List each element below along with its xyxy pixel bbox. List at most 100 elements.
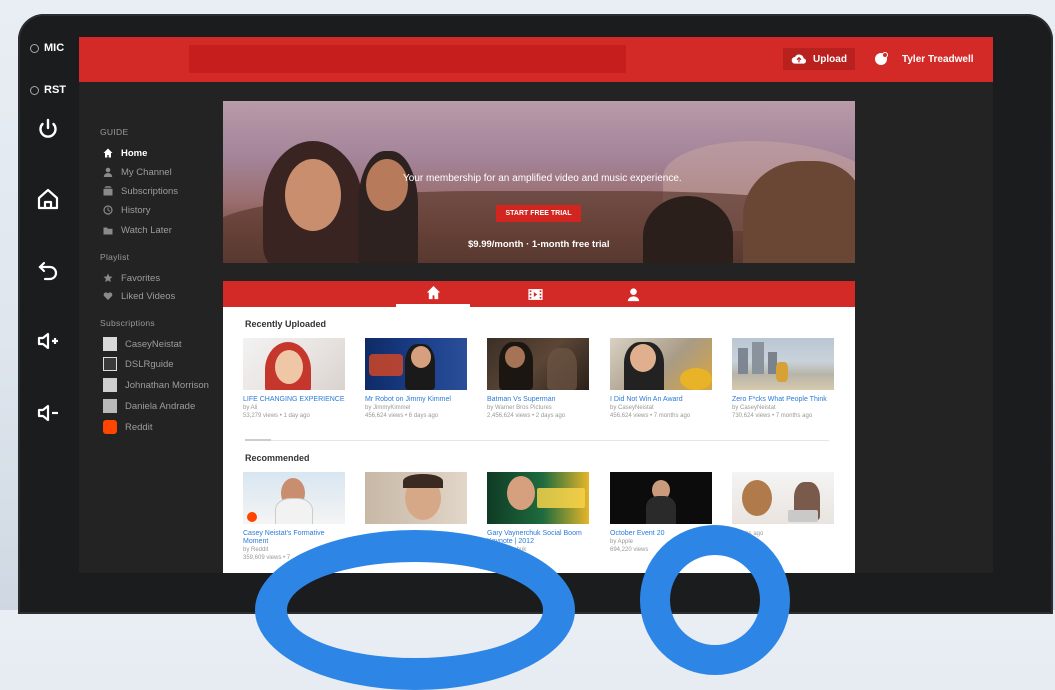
history-icon	[103, 205, 113, 215]
video-thumbnail[interactable]	[610, 338, 712, 390]
video-title[interactable]: Batman Vs Superman	[487, 396, 589, 404]
top-bar: Upload Tyler Treadwell	[79, 37, 993, 82]
guide-title: GUIDE	[100, 127, 129, 137]
video-title[interactable]: LIFE CHANGING EXPERIENCE	[243, 396, 345, 404]
banner-person-far-right	[743, 161, 855, 263]
video-channel: by Ali	[243, 405, 258, 411]
avatar	[103, 357, 117, 371]
hardware-buttons: MIC RST	[18, 14, 78, 610]
playlist-title: Playlist	[100, 252, 130, 262]
banner-face-left	[285, 159, 341, 231]
subscription-daniela-andrade[interactable]: Daniela Andrade	[103, 398, 195, 414]
volume-down-icon[interactable]	[35, 400, 61, 426]
back-icon[interactable]	[35, 256, 61, 282]
star-icon	[103, 273, 113, 283]
main-content: Your membership for an amplified video a…	[223, 101, 855, 573]
section-divider	[245, 440, 829, 441]
search-bar[interactable]	[189, 45, 626, 73]
subscription-casey-neistat[interactable]: CaseyNeistat	[103, 336, 182, 352]
banner-text: Your membership for an amplified video a…	[403, 173, 682, 184]
screen: Upload Tyler Treadwell GUIDE Home My Cha…	[79, 37, 993, 573]
mic-label: MIC	[30, 42, 64, 54]
tab-profile[interactable]	[596, 281, 670, 307]
sidebar: GUIDE Home My Channel Subscriptions Hist…	[79, 82, 223, 573]
film-icon	[527, 288, 543, 300]
video-meta: 730,624 views • 7 months ago	[732, 413, 813, 419]
user-avatar-icon	[875, 52, 888, 65]
video-card[interactable]	[365, 472, 467, 530]
banner-face-center	[366, 159, 408, 211]
watch-later-icon	[103, 227, 113, 235]
video-thumbnail[interactable]	[365, 472, 467, 524]
user-icon	[103, 167, 113, 177]
sidebar-item-my-channel[interactable]: My Channel	[103, 164, 172, 180]
video-thumbnail[interactable]	[243, 472, 345, 524]
video-card[interactable]: Mr Robot on Jimmy Kimmel by JimmyKimmel …	[365, 338, 467, 420]
section-divider-accent	[245, 439, 271, 441]
sidebar-item-history[interactable]: History	[103, 202, 151, 218]
tab-videos[interactable]	[498, 281, 572, 307]
avatar	[103, 378, 117, 392]
video-thumbnail[interactable]	[732, 338, 834, 390]
video-thumbnail[interactable]	[365, 338, 467, 390]
video-thumbnail[interactable]	[732, 472, 834, 524]
video-thumbnail[interactable]	[243, 338, 345, 390]
video-thumbnail[interactable]	[487, 472, 589, 524]
video-channel: by JimmyKimmel	[365, 405, 411, 411]
video-channel: by Warner Bros Pictures	[487, 405, 552, 411]
video-title[interactable]: Mr Robot on Jimmy Kimmel	[365, 396, 467, 404]
video-meta: 53,279 views • 1 day ago	[243, 413, 310, 419]
video-title[interactable]: I Did Not Win An Award	[610, 396, 712, 404]
subscription-johnathan-morrison[interactable]: Johnathan Morrison	[103, 377, 209, 393]
video-thumbnail[interactable]	[487, 338, 589, 390]
avatar	[103, 337, 117, 351]
video-channel: by CaseyNeistat	[732, 405, 776, 411]
video-card[interactable]: Zero F*cks What People Think by CaseyNei…	[732, 338, 834, 420]
video-card[interactable]: LIFE CHANGING EXPERIENCE by Ali 53,279 v…	[243, 338, 345, 420]
recently-uploaded-title: Recently Uploaded	[245, 319, 327, 329]
content-tabs	[223, 281, 855, 307]
power-icon[interactable]	[35, 116, 61, 142]
subscription-reddit[interactable]: Reddit	[103, 419, 152, 435]
video-meta: 456,624 views • 7 months ago	[610, 413, 691, 419]
avatar	[103, 399, 117, 413]
video-channel: by CaseyNeistat	[610, 405, 654, 411]
video-card[interactable]: Batman Vs Superman by Warner Bros Pictur…	[487, 338, 589, 420]
upload-button[interactable]: Upload	[783, 48, 855, 70]
subscriptions-icon	[103, 186, 113, 196]
user-name: Tyler Treadwell	[902, 53, 974, 65]
upload-cloud-icon	[791, 54, 807, 64]
mount-ring-right	[640, 525, 790, 675]
banner-price: $9.99/month · 1-month free trial	[468, 239, 610, 250]
home-icon	[103, 148, 113, 158]
tab-home[interactable]	[396, 281, 470, 307]
upload-label: Upload	[813, 53, 847, 65]
home-icon	[426, 285, 440, 300]
start-free-trial-button[interactable]: START FREE TRIAL	[496, 205, 581, 222]
user-menu[interactable]: Tyler Treadwell	[874, 47, 974, 71]
recommended-title: Recommended	[245, 453, 310, 463]
video-title[interactable]: Zero F*cks What People Think	[732, 396, 834, 404]
sidebar-item-subscriptions[interactable]: Subscriptions	[103, 183, 178, 199]
video-card[interactable]: I Did Not Win An Award by CaseyNeistat 4…	[610, 338, 712, 420]
sidebar-item-liked-videos[interactable]: Liked Videos	[103, 288, 175, 304]
video-meta: 2,456,624 views • 2 days ago	[487, 413, 566, 419]
subscription-dslrguide[interactable]: DSLRguide	[103, 356, 174, 372]
membership-banner[interactable]: Your membership for an amplified video a…	[223, 101, 855, 263]
sidebar-item-home[interactable]: Home	[103, 145, 147, 161]
home-icon[interactable]	[35, 186, 61, 212]
video-card[interactable]: months ago	[732, 472, 834, 538]
subscriptions-title: Subscriptions	[100, 318, 155, 328]
user-icon	[627, 287, 639, 301]
volume-up-icon[interactable]	[35, 328, 61, 354]
video-feed: Recently Uploaded LIFE CHANGING EXPERIEN…	[223, 307, 855, 573]
sidebar-item-favorites[interactable]: Favorites	[103, 270, 160, 286]
mount-ring-left	[255, 530, 575, 690]
video-card[interactable]: Gary Vaynerchuk Social Boom Keynote | 20…	[487, 472, 589, 554]
heart-icon	[103, 292, 113, 300]
reddit-icon	[103, 420, 117, 434]
rst-button[interactable]: RST	[30, 84, 66, 96]
sidebar-item-watch-later[interactable]: Watch Later	[103, 222, 172, 238]
video-meta: 456,624 views • 6 days ago	[365, 413, 439, 419]
video-thumbnail[interactable]	[610, 472, 712, 524]
